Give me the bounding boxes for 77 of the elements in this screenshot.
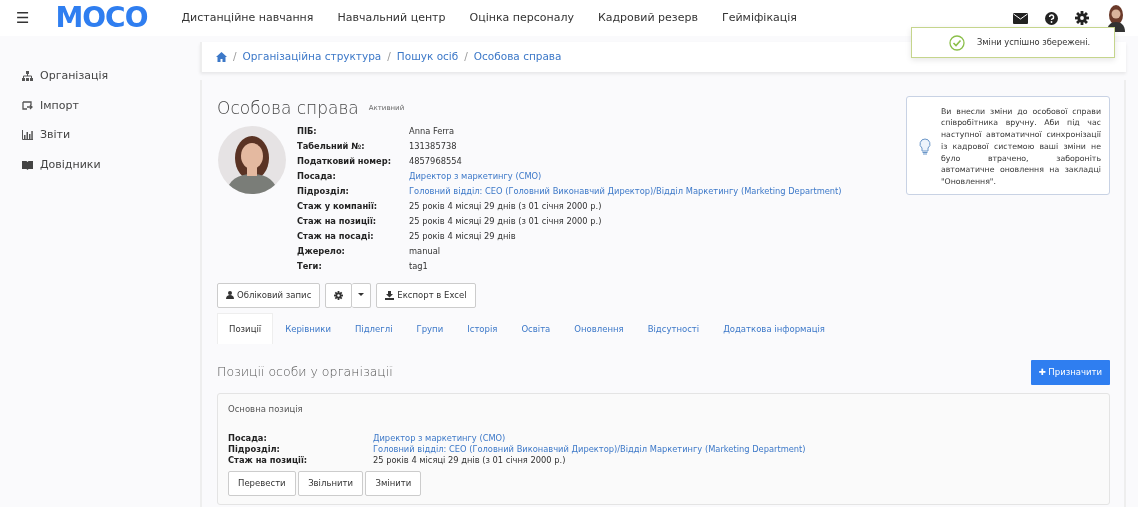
field-value: tag1 (409, 260, 428, 273)
field-value: manual (409, 245, 441, 258)
tab[interactable]: Додаткова інформація (711, 312, 837, 345)
tab[interactable]: Історія (455, 312, 510, 345)
field-value: Anna Ferra (409, 125, 455, 138)
field-label: Стаж на позиції: (297, 215, 378, 228)
field-label: Джерело: (297, 245, 346, 258)
breadcrumb-separator: / (233, 49, 237, 64)
section-title: Позиції особи у організації (217, 363, 393, 382)
action-button[interactable]: Змінити (365, 470, 422, 496)
logo[interactable]: MOCO (55, 4, 148, 32)
lightbulb-icon (919, 138, 931, 156)
nav-link[interactable]: Кадровий резерв (597, 9, 698, 27)
card-title: Основна позиція (227, 403, 304, 416)
tab[interactable]: Оновлення (562, 312, 636, 345)
import-icon (22, 100, 33, 111)
tab[interactable]: Освіта (509, 312, 563, 345)
settings-button[interactable] (325, 282, 353, 308)
field-link[interactable]: Директор з маркетингу (CMO) (409, 170, 542, 183)
field-label: Посада: (297, 170, 337, 183)
field-value: 25 років 4 місяці 29 днів (з 01 січня 2000 р.) (409, 215, 602, 228)
nav-link[interactable]: Дистанційне навчання (181, 9, 314, 27)
sidebar-item[interactable]: Імпорт (0, 91, 200, 121)
tab[interactable]: Групи (404, 312, 456, 345)
field-label: Стаж у компанії: (297, 200, 379, 213)
sidebar-item[interactable]: Звіти (0, 121, 200, 151)
field-label: Підрозділ: (297, 185, 350, 198)
field-value: 25 років 4 місяці 29 днів (з 01 січня 2000 р.) (373, 454, 566, 467)
field-label: Посада: (228, 432, 268, 445)
chart-icon (22, 130, 33, 141)
breadcrumb-link[interactable]: Особова справа (473, 49, 562, 65)
action-button[interactable]: Звільнити (298, 470, 363, 496)
user-icon (226, 291, 234, 300)
field-value: 25 років 4 місяці 29 днів (409, 230, 516, 243)
help-icon[interactable] (1045, 11, 1058, 25)
action-button[interactable]: Перевести (228, 470, 296, 496)
nav-link[interactable]: Гейміфікація (721, 9, 797, 27)
field-link[interactable]: Директор з маркетингу (CMO) (373, 432, 506, 445)
account-button[interactable]: Обліковий запис (217, 282, 321, 308)
toast-message: Зміни успішно збережені. (977, 36, 1091, 49)
book-icon (22, 159, 33, 170)
download-icon (385, 290, 395, 300)
settings-icon[interactable] (1075, 11, 1089, 25)
field-label: Табельний №: (297, 140, 366, 153)
field-label: Стаж на позиції: (228, 454, 309, 467)
page-title: Особова справа (217, 96, 359, 120)
check-icon (949, 34, 965, 51)
tab[interactable]: Відсутності (635, 312, 712, 345)
field-link[interactable]: Головний відділ: CEO (Головний Виконавчий Директор)/Відділ Маркетингу (Marketing Department) (409, 185, 842, 198)
nav-link[interactable]: Оцінка персоналу (469, 9, 574, 27)
sidebar-item[interactable]: Довідники (0, 150, 200, 180)
caret-icon (358, 293, 365, 298)
field-value: 131385738 (409, 140, 457, 153)
sidebar-item[interactable]: Організація (0, 62, 200, 92)
settings-icon (334, 290, 344, 300)
field-label: Теги: (297, 260, 323, 273)
field-label: Податковий номер: (297, 155, 392, 168)
field-value: 25 років 4 місяці 29 днів (з 01 січня 2000 р.) (409, 200, 602, 213)
breadcrumb-separator: / (387, 49, 391, 64)
assign-button[interactable]: ✚ Призначити (1030, 360, 1110, 385)
tab[interactable]: Керівники (273, 312, 343, 345)
tab[interactable]: Підлеглі (342, 312, 405, 345)
field-link[interactable]: Головний відділ: CEO (Головний Виконавчий Директор)/Відділ Маркетингу (Marketing Department) (373, 443, 806, 456)
field-value: 4857968554 (409, 155, 462, 168)
field-label: Стаж на посаді: (297, 230, 375, 243)
sitemap-icon (22, 71, 33, 82)
mail-icon[interactable] (1013, 12, 1028, 24)
field-label: ПІБ: (297, 125, 318, 138)
menu-icon[interactable]: ☰ (16, 6, 30, 30)
tab[interactable]: Позиції (217, 312, 274, 345)
home-icon[interactable] (216, 51, 227, 62)
export-button[interactable]: Експорт в Excel (376, 282, 476, 308)
breadcrumb-link[interactable]: Пошук осіб (396, 49, 459, 65)
breadcrumb-link[interactable]: Організаційна структура (242, 49, 382, 65)
breadcrumb-separator: / (464, 49, 468, 64)
field-label: Підрозділ: (228, 443, 281, 456)
nav-link[interactable]: Навчальний центр (337, 9, 446, 27)
